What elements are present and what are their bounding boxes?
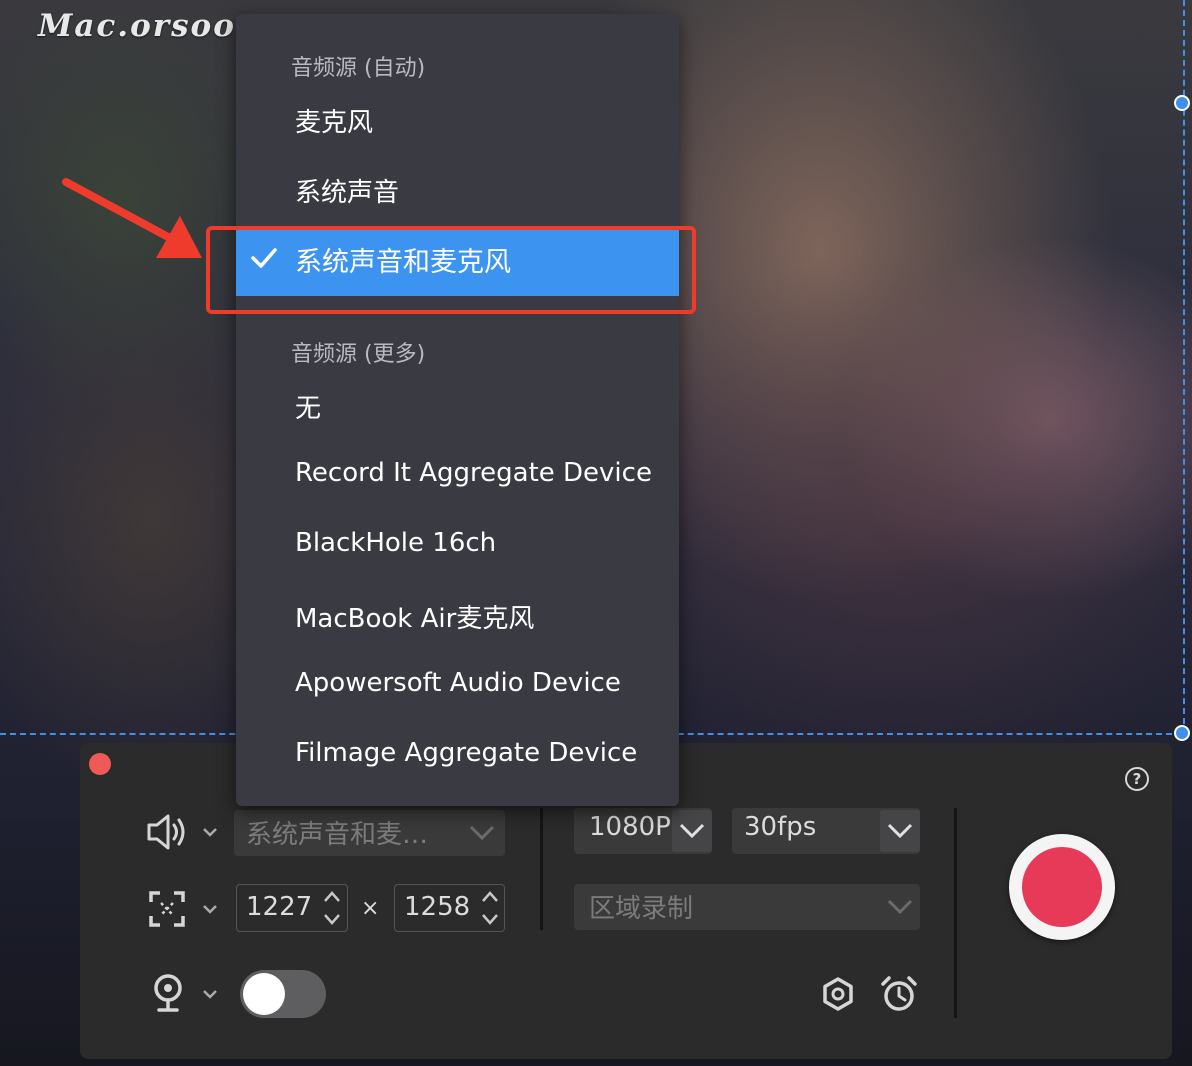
height-stepper-icon[interactable] (480, 888, 500, 928)
menu-item-record-it-aggregate[interactable]: Record It Aggregate Device (295, 458, 652, 488)
webcam-toggle-knob (243, 973, 285, 1015)
width-value: 1227 (246, 892, 313, 922)
audio-source-value: 系统声音和麦… (246, 820, 429, 850)
menu-item-filmage-aggregate[interactable]: Filmage Aggregate Device (295, 738, 637, 768)
menu-item-blackhole[interactable]: BlackHole 16ch (295, 528, 496, 558)
help-icon[interactable]: ? (1125, 767, 1149, 791)
panel-divider-right (954, 808, 957, 1018)
menu-header-auto: 音频源 (自动) (291, 56, 426, 81)
chevron-down-icon (887, 823, 913, 839)
record-button-inner (1022, 847, 1102, 927)
alarm-clock-icon[interactable] (879, 974, 919, 1014)
fps-value: 30fps (744, 812, 817, 842)
gear-icon[interactable] (820, 976, 856, 1012)
menu-item-microphone[interactable]: 麦克风 (295, 102, 373, 139)
chevron-down-icon (679, 823, 705, 839)
speaker-icon[interactable] (146, 812, 188, 852)
annotation-highlight-box (206, 226, 696, 314)
times-sign: × (361, 896, 380, 921)
resolution-value: 1080P (589, 812, 671, 842)
region-select-icon[interactable] (148, 890, 186, 928)
chevron-down-icon (469, 825, 495, 841)
annotation-arrow (62, 178, 202, 258)
record-mode-value: 区域录制 (589, 894, 694, 924)
menu-header-more: 音频源 (更多) (291, 342, 426, 367)
menu-item-system-audio[interactable]: 系统声音 (295, 172, 399, 209)
height-value: 1258 (404, 892, 471, 922)
webcam-options-chevron-icon[interactable] (202, 988, 218, 1000)
selection-resize-handle-right[interactable] (1174, 95, 1190, 111)
menu-item-none[interactable]: 无 (295, 388, 321, 425)
chevron-down-icon (887, 899, 913, 915)
close-button[interactable] (89, 753, 111, 775)
size-options-chevron-icon[interactable] (202, 903, 218, 915)
menu-item-apowersoft[interactable]: Apowersoft Audio Device (295, 668, 621, 698)
audio-options-chevron-icon[interactable] (202, 826, 218, 838)
selection-resize-handle-corner[interactable] (1174, 725, 1190, 741)
width-stepper-icon[interactable] (322, 888, 342, 928)
webcam-icon[interactable] (150, 972, 186, 1014)
panel-divider-left (540, 808, 543, 930)
menu-item-macbook-air-mic[interactable]: MacBook Air麦克风 (295, 598, 534, 635)
